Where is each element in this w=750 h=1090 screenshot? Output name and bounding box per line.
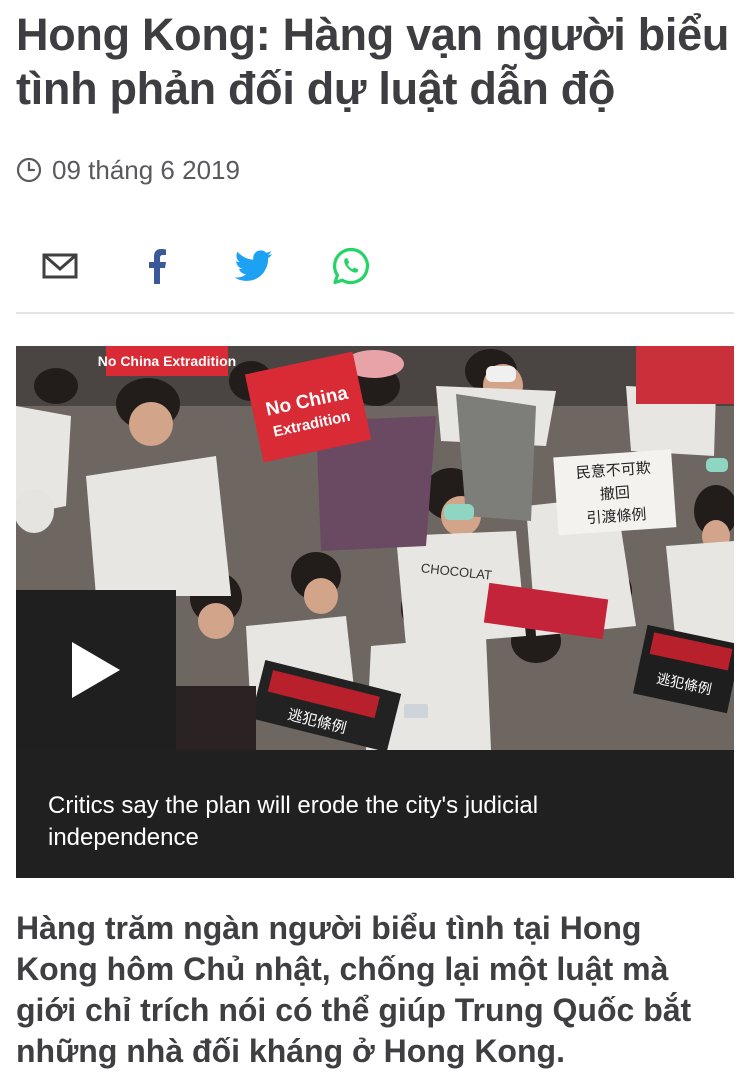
article-headline: Hong Kong: Hàng vạn người biểu tình phản… xyxy=(16,9,730,114)
sign-chinese-line2: 撤回 xyxy=(599,483,630,503)
play-button[interactable] xyxy=(16,590,176,750)
email-icon xyxy=(42,253,78,279)
sign-extradition-top: No China Extradition xyxy=(98,353,236,369)
share-twitter-button[interactable] xyxy=(226,238,282,294)
video-player[interactable]: No China Extradition No China Extraditio… xyxy=(16,346,734,878)
share-facebook-button[interactable] xyxy=(129,238,185,294)
facebook-icon xyxy=(149,249,166,284)
article-lead: Hàng trăm ngàn người biểu tình tại Hong … xyxy=(16,910,692,1069)
whatsapp-icon xyxy=(333,247,369,285)
share-email-button[interactable] xyxy=(32,238,88,294)
share-bar xyxy=(16,238,736,294)
video-caption: Critics say the plan will erode the city… xyxy=(16,750,734,878)
twitter-icon xyxy=(235,250,273,281)
article-timestamp: 09 tháng 6 2019 xyxy=(16,152,240,188)
article-date: 09 tháng 6 2019 xyxy=(52,154,240,185)
video-caption-text: Critics say the plan will erode the city… xyxy=(48,792,539,851)
clock-icon xyxy=(16,157,42,183)
share-divider xyxy=(16,312,734,314)
share-whatsapp-button[interactable] xyxy=(323,238,379,294)
play-icon xyxy=(72,642,120,698)
